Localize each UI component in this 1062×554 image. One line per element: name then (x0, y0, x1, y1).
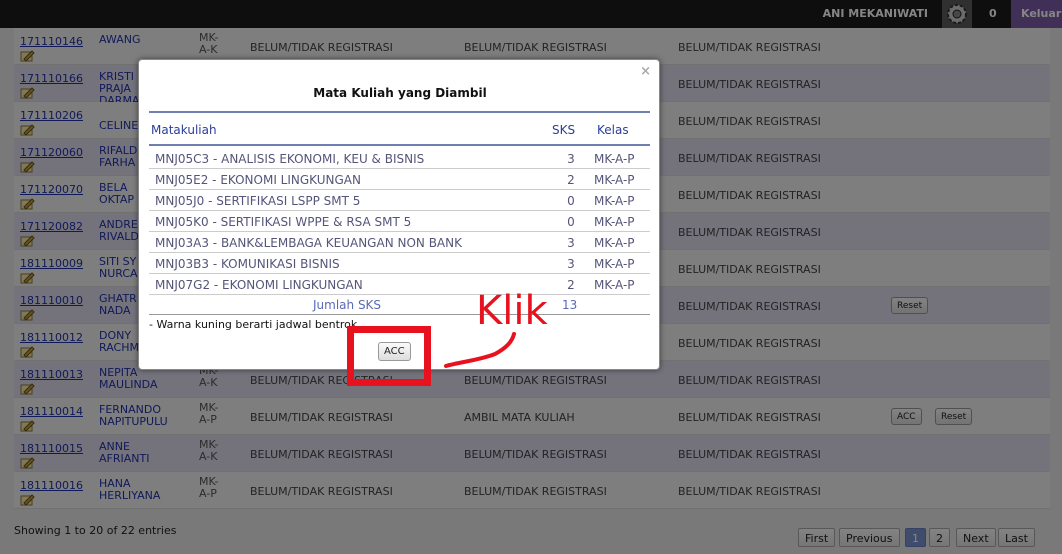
course-class: MK-A-P (594, 257, 635, 271)
course-sks: 3 (567, 257, 575, 271)
course-sks: 3 (567, 236, 575, 250)
course-row: MNJ03A3 - BANK&LEMBAGA KEUANGAN NON BANK… (149, 232, 650, 253)
course-name: MNJ05J0 - SERTIFIKASI LSPP SMT 5 (155, 194, 361, 208)
course-row: MNJ03B3 - KOMUNIKASI BISNIS 3 MK-A-P (149, 253, 650, 274)
course-sks: 3 (567, 152, 575, 166)
klik-annotation: Klik (476, 288, 548, 334)
course-name: MNJ05K0 - SERTIFIKASI WPPE & RSA SMT 5 (155, 215, 412, 229)
course-class: MK-A-P (594, 152, 635, 166)
course-sks: 2 (567, 173, 575, 187)
annotation-stroke (444, 332, 516, 368)
close-icon[interactable]: × (640, 64, 651, 79)
course-name: MNJ03B3 - KOMUNIKASI BISNIS (155, 257, 340, 271)
header-matakuliah: Matakuliah (151, 123, 217, 137)
course-class: MK-A-P (594, 173, 635, 187)
course-name: MNJ05E2 - EKONOMI LINGKUNGAN (155, 173, 361, 187)
course-row: MNJ07G2 - EKONOMI LINGKUNGAN 2 MK-A-P (149, 274, 650, 295)
courses-modal: × Mata Kuliah yang Diambil Matakuliah SK… (138, 59, 660, 370)
header-kelas: Kelas (597, 123, 629, 137)
course-sks: 0 (567, 215, 575, 229)
total-value: 13 (562, 298, 578, 312)
course-row: MNJ05K0 - SERTIFIKASI WPPE & RSA SMT 5 0 M… (149, 211, 650, 232)
course-sks: 0 (567, 194, 575, 208)
course-name: MNJ03A3 - BANK&LEMBAGA KEUANGAN NON BANK (155, 236, 462, 250)
course-row: MNJ05C3 - ANALISIS EKONOMI, KEU & BISNIS… (149, 148, 650, 169)
header-sks: SKS (552, 123, 576, 137)
course-class: MK-A-P (594, 278, 635, 292)
total-label: Jumlah SKS (313, 298, 382, 312)
course-class: MK-A-P (594, 236, 635, 250)
course-name: MNJ07G2 - EKONOMI LINGKUNGAN (155, 278, 363, 292)
divider (149, 111, 650, 113)
modal-title: Mata Kuliah yang Diambil (313, 86, 487, 100)
divider (149, 144, 650, 146)
course-row: MNJ05J0 - SERTIFIKASI LSPP SMT 5 0 MK-A-P (149, 190, 650, 211)
total-row: Jumlah SKS 13 (149, 295, 650, 315)
course-sks: 2 (567, 278, 575, 292)
highlight-box (347, 326, 431, 386)
course-class: MK-A-P (594, 194, 635, 208)
course-class: MK-A-P (594, 215, 635, 229)
course-name: MNJ05C3 - ANALISIS EKONOMI, KEU & BISNIS (155, 152, 425, 166)
conflict-note: - Warna kuning berarti jadwal bentrok (149, 318, 358, 331)
course-row: MNJ05E2 - EKONOMI LINGKUNGAN 2 MK-A-P (149, 169, 650, 190)
